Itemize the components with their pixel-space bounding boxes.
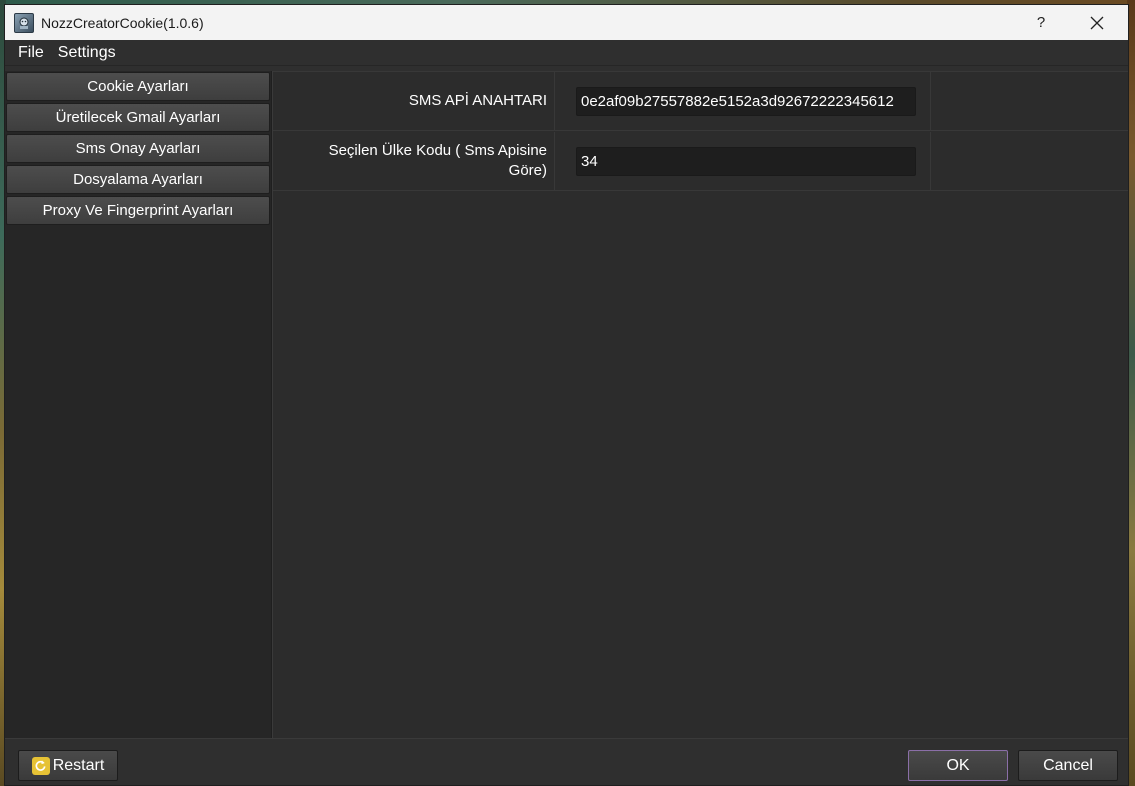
title-bar[interactable]: NozzCreatorCookie(1.0.6) ? <box>5 5 1128 40</box>
setting-row-api-key: SMS APİ ANAHTARI <box>273 72 1128 131</box>
window-title: NozzCreatorCookie(1.0.6) <box>41 14 204 31</box>
api-key-input[interactable] <box>576 86 916 116</box>
country-code-cell <box>555 132 931 190</box>
menu-settings[interactable]: Settings <box>51 40 123 66</box>
close-icon <box>1090 16 1104 29</box>
dialog-footer: Restart OK Cancel <box>5 738 1128 785</box>
app-logo-icon <box>14 12 34 33</box>
sidebar-item-sms-settings[interactable]: Sms Onay Ayarları <box>6 134 270 163</box>
sidebar-item-gmail-settings[interactable]: Üretilecek Gmail Ayarları <box>6 103 270 132</box>
setting-row-country-code: Seçilen Ülke Kodu ( Sms Apisine Göre) <box>273 132 1128 191</box>
menu-file[interactable]: File <box>11 40 51 66</box>
country-code-input[interactable] <box>576 146 916 176</box>
app-window: NozzCreatorCookie(1.0.6) ? File Settings… <box>4 4 1129 786</box>
country-code-label-line1: Seçilen Ülke Kodu ( Sms Apisine <box>328 142 547 159</box>
empty-cell <box>931 132 1128 190</box>
menu-bar: File Settings <box>5 40 1128 66</box>
restart-button[interactable]: Restart <box>18 750 118 781</box>
close-button[interactable] <box>1074 5 1120 40</box>
sidebar-item-cookie-settings[interactable]: Cookie Ayarları <box>6 72 270 101</box>
cancel-button[interactable]: Cancel <box>1018 750 1118 781</box>
ok-button[interactable]: OK <box>908 750 1008 781</box>
country-code-label-line2: Göre) <box>508 162 547 179</box>
restart-icon <box>31 756 50 775</box>
sidebar-item-file-settings[interactable]: Dosyalama Ayarları <box>6 165 270 194</box>
api-key-label: SMS APİ ANAHTARI <box>273 72 555 130</box>
country-code-label: Seçilen Ülke Kodu ( Sms Apisine Göre) <box>273 132 555 190</box>
settings-sidebar: Cookie Ayarları Üretilecek Gmail Ayarlar… <box>5 71 272 738</box>
content-area: Cookie Ayarları Üretilecek Gmail Ayarlar… <box>5 71 1128 738</box>
sidebar-item-proxy-settings[interactable]: Proxy Ve Fingerprint Ayarları <box>6 196 270 225</box>
empty-cell <box>931 72 1128 130</box>
restart-label: Restart <box>52 756 105 774</box>
settings-panel: SMS APİ ANAHTARI Seçilen Ülke Kodu ( Sms… <box>272 71 1128 738</box>
help-button[interactable]: ? <box>1018 5 1064 40</box>
api-key-cell <box>555 72 931 130</box>
